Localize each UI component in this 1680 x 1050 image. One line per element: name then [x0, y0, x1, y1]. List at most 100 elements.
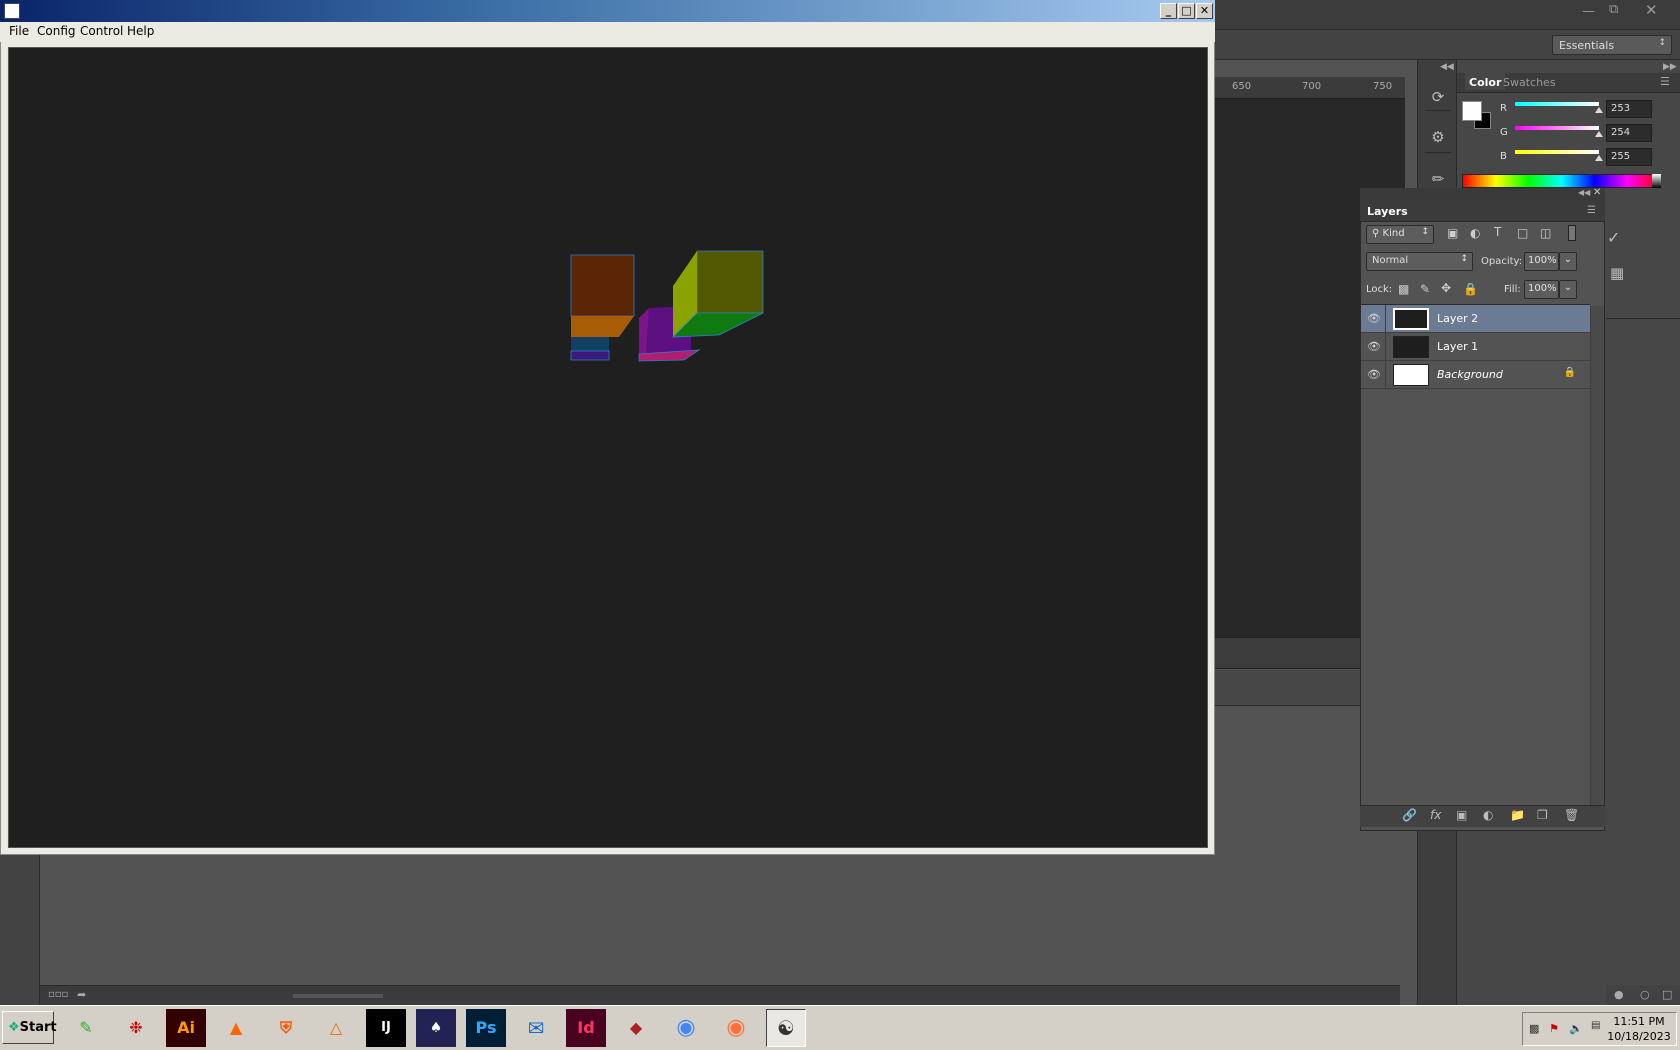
smart-object-filter-icon[interactable]: ◫ [1540, 226, 1551, 240]
tab-color[interactable]: Color [1465, 73, 1506, 90]
java-icon[interactable]: ☯ [766, 1009, 806, 1047]
layers-scrollbar[interactable] [1590, 306, 1604, 806]
maximize-button[interactable]: □ [1178, 3, 1195, 19]
visibility-eye-icon[interactable]: 👁 [1367, 340, 1381, 353]
expand-icon[interactable]: ▶▶ [1663, 62, 1677, 72]
zoom-slider[interactable] [293, 994, 383, 998]
channel-icon[interactable]: ● [1614, 988, 1624, 1001]
chrome-icon[interactable]: ◉ [666, 1009, 706, 1047]
shape-filter-icon[interactable]: □ [1517, 226, 1528, 240]
lock-transparent-icon[interactable]: ▩ [1398, 282, 1409, 296]
fill-chevron-icon[interactable]: ⌄ [1559, 280, 1577, 299]
brave-icon[interactable]: ⛨ [266, 1009, 306, 1047]
visibility-eye-icon[interactable]: 👁 [1367, 312, 1381, 325]
color-spectrum-bw[interactable] [1652, 174, 1661, 188]
lock-all-icon[interactable]: 🔒 [1463, 282, 1478, 296]
menu-file[interactable]: File [9, 24, 29, 38]
history-icon[interactable]: ⟳ [1425, 84, 1451, 110]
collapse-icon[interactable]: ◀◀ [1440, 62, 1454, 72]
menu-control[interactable]: Control [80, 24, 123, 38]
ps-restore-icon[interactable]: ⧉ [1609, 2, 1618, 17]
photoshop-icon[interactable]: Ps [466, 1009, 506, 1047]
blend-mode-dropdown[interactable]: Normal ↕ [1366, 252, 1473, 271]
panel-menu-icon[interactable]: ☰ [1587, 205, 1596, 216]
timeline-icon[interactable]: ▫▫▫ [48, 989, 68, 1000]
security-icon[interactable]: ⚑ [1549, 1022, 1559, 1035]
workspace-dropdown[interactable]: Essentials ↕ [1552, 35, 1672, 55]
layer-row-background[interactable]: 👁 Background 🔒 [1361, 361, 1590, 389]
visibility-eye-icon[interactable]: 👁 [1367, 368, 1381, 381]
color-spectrum[interactable] [1462, 174, 1661, 188]
lock-position-icon[interactable]: ✥ [1441, 281, 1451, 295]
selection-icon[interactable]: □ [1662, 988, 1672, 1001]
adjustment-filter-icon[interactable]: ◐ [1470, 226, 1480, 240]
circle-icon[interactable]: ○ [1640, 988, 1650, 1001]
new-layer-icon[interactable]: ❐ [1537, 808, 1548, 822]
delete-layer-icon[interactable]: 🗑 [1564, 808, 1579, 822]
acrobat-icon[interactable]: ❉ [116, 1009, 156, 1047]
menu-config[interactable]: Config [37, 24, 76, 38]
clock-time[interactable]: 11:51 PM [1603, 1015, 1675, 1028]
thunderbird-icon[interactable]: ✉ [516, 1009, 556, 1047]
indesign-icon[interactable]: Id [566, 1009, 606, 1047]
intellij-icon[interactable]: IJ [366, 1009, 406, 1047]
grid-icon[interactable]: ▦ [1610, 264, 1624, 282]
green-value-field[interactable]: 254 [1606, 124, 1652, 142]
start-button[interactable]: ❖Start [2, 1011, 57, 1044]
green-slider[interactable] [1515, 126, 1599, 130]
close-icon[interactable]: ✕ [1593, 187, 1601, 198]
add-mask-icon[interactable]: ▣ [1456, 808, 1467, 822]
share-arrow-icon[interactable]: ➦ [77, 988, 86, 1001]
panel-menu-icon[interactable]: ☰ [1660, 75, 1670, 88]
type-filter-icon[interactable]: T [1494, 225, 1501, 239]
blue-slider[interactable] [1515, 150, 1599, 154]
filter-toggle[interactable] [1568, 225, 1576, 241]
link-layers-icon[interactable]: 🔗 [1402, 808, 1417, 822]
image-filter-icon[interactable]: ▣ [1447, 226, 1458, 240]
ps-close-icon[interactable]: ✕ [1645, 1, 1658, 19]
blue-value-field[interactable]: 255 [1606, 148, 1652, 166]
minimize-button[interactable]: _ [1160, 3, 1177, 19]
render-canvas[interactable] [8, 47, 1208, 848]
app-title-bar[interactable] [0, 0, 1215, 22]
foreground-color-swatch[interactable] [1462, 101, 1482, 121]
slider-thumb-icon[interactable] [1595, 107, 1603, 113]
app-icon[interactable]: ◆ [616, 1009, 656, 1047]
slider-thumb-icon[interactable] [1595, 155, 1603, 161]
collapse-icon[interactable]: ◀◀ [1578, 188, 1590, 197]
network-icon[interactable]: ▩ [1529, 1022, 1539, 1035]
opacity-field[interactable]: 100% [1524, 252, 1559, 271]
language-icon[interactable]: ▤ [1591, 1020, 1600, 1031]
menu-help[interactable]: Help [127, 24, 154, 38]
illustrator-icon[interactable]: Ai [166, 1009, 206, 1047]
ps-minimize-icon[interactable]: — [1582, 4, 1595, 19]
ps-horizontal-scrollbar[interactable] [1215, 637, 1360, 669]
layer-row-layer-1[interactable]: 👁 Layer 1 [1361, 333, 1590, 361]
clock-date[interactable]: 10/18/2023 [1603, 1030, 1675, 1043]
notepad-icon[interactable]: ✎ [66, 1009, 106, 1047]
new-group-icon[interactable]: 📁 [1510, 808, 1525, 822]
close-button[interactable]: ✕ [1196, 3, 1213, 19]
layers-tab[interactable]: Layers [1367, 205, 1408, 218]
red-value-field[interactable]: 253 [1606, 100, 1652, 118]
layer-name[interactable]: Layer 1 [1437, 340, 1478, 353]
slider-thumb-icon[interactable] [1595, 131, 1603, 137]
tab-swatches[interactable]: Swatches [1503, 76, 1556, 89]
adjustments-icon[interactable]: ✓ [1607, 228, 1620, 247]
layer-name[interactable]: Background [1437, 368, 1503, 381]
firefox-icon[interactable]: ◉ [716, 1009, 756, 1047]
layer-row-layer-2[interactable]: 👁 Layer 2 [1361, 305, 1590, 333]
mysql-workbench-icon[interactable]: ♠ [416, 1009, 456, 1047]
properties-icon[interactable]: ⚙ [1425, 124, 1451, 150]
volume-icon[interactable]: 🔈 [1569, 1022, 1583, 1035]
fx-icon[interactable]: fx [1430, 808, 1441, 822]
lock-brush-icon[interactable]: ✎ [1420, 282, 1430, 296]
vlc-icon[interactable]: ▲ [216, 1009, 256, 1047]
layer-name[interactable]: Layer 2 [1437, 312, 1478, 325]
fill-field[interactable]: 100% [1524, 280, 1559, 299]
red-slider[interactable] [1515, 102, 1599, 106]
filter-kind-dropdown[interactable]: ⚲ Kind ↕ [1366, 225, 1434, 244]
adjustment-layer-icon[interactable]: ◐ [1483, 808, 1493, 822]
matlab-icon[interactable]: △ [316, 1009, 356, 1047]
opacity-chevron-icon[interactable]: ⌄ [1559, 252, 1577, 271]
